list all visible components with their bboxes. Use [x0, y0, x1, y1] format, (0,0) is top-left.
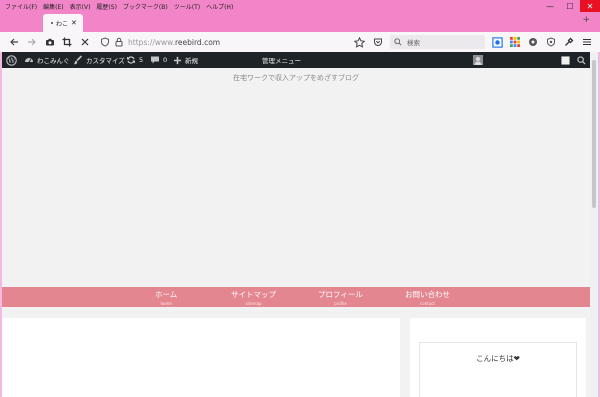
window-titlebar: ファイル(F) 編集(E) 表示(V) 履歴(S) ブックマーク(B) ツール(… — [0, 0, 600, 12]
dashboard-icon — [25, 58, 33, 63]
gnav-sitemap-label: サイトマップ — [231, 290, 276, 299]
greeting-widget: こんにちは❤ — [419, 342, 577, 397]
gnav-sitemap-sub: sitemap — [245, 301, 262, 306]
wordpress-logo-icon[interactable]: W — [6, 52, 17, 68]
menu-view[interactable]: 表示(V) — [70, 2, 91, 11]
admin-updates-count: 5 — [139, 56, 144, 64]
scrollbar-thumb[interactable] — [592, 60, 596, 208]
url-bar[interactable]: https://www.reebird.com — [128, 35, 348, 49]
search-placeholder: 検索 — [407, 39, 420, 47]
tab-title: わこ — [56, 20, 69, 28]
admin-new-label: 新規 — [185, 57, 198, 65]
admin-comments-count: 0 — [163, 56, 168, 64]
main-content — [2, 318, 400, 397]
admin-new-link[interactable]: 新規 — [173, 52, 198, 68]
admin-customize-link[interactable]: カスタマイズ — [73, 52, 125, 68]
gnav-home-sub: home — [160, 301, 172, 306]
gnav-item-home[interactable]: ホーム home — [155, 289, 177, 306]
color-grid-extension-icon[interactable] — [509, 36, 521, 48]
menu-history[interactable]: 履歴(S) — [96, 2, 117, 11]
page-scrollbar[interactable] — [590, 52, 598, 397]
gnav-item-contact[interactable]: お問い合わせ contact — [405, 289, 450, 306]
gnav-item-sitemap[interactable]: サイトマップ sitemap — [231, 289, 276, 306]
tab-bar: わこ ✕ — [0, 12, 600, 32]
pocket-icon[interactable] — [372, 36, 384, 48]
extension-circle-icon[interactable] — [527, 36, 539, 48]
square-icon — [561, 55, 570, 65]
widget-title: こんにちは❤ — [476, 354, 520, 363]
search-icon — [394, 38, 402, 46]
navigation-bar: https://www.reebird.com 検索 — [0, 32, 600, 52]
crop-icon[interactable] — [61, 36, 73, 48]
global-navigation: ホーム home サイトマップ sitemap プロフィール profile お… — [2, 287, 590, 307]
gnav-profile-sub: profile — [334, 301, 347, 306]
close-window-button[interactable]: ✕ — [580, 0, 600, 12]
gnav-home-label: ホーム — [155, 290, 178, 299]
menu-help[interactable]: ヘルプ(H) — [206, 2, 233, 11]
admin-customize-label: カスタマイズ — [86, 57, 125, 65]
bookmark-star-icon[interactable] — [353, 36, 365, 48]
admin-screen-toggle[interactable] — [561, 52, 570, 68]
gnav-item-profile[interactable]: プロフィール profile — [318, 289, 363, 306]
svg-text:W: W — [8, 56, 16, 65]
admin-updates-link[interactable]: 5 — [126, 52, 143, 68]
admin-menu-link[interactable]: 管理メニュー — [262, 52, 301, 68]
window-controls: — ☐ ✕ — [540, 0, 600, 12]
screenshot-extension-icon[interactable] — [491, 36, 503, 48]
menu-tools[interactable]: ツール(T) — [174, 2, 200, 11]
tab-close-icon[interactable]: ✕ — [71, 19, 77, 27]
avatar-icon — [473, 55, 483, 65]
gnav-profile-label: プロフィール — [318, 290, 363, 299]
admin-avatar[interactable] — [473, 52, 483, 68]
admin-site-link[interactable]: わこみんぐ — [24, 52, 70, 68]
lock-icon[interactable] — [113, 36, 125, 48]
gnav-contact-sub: contact — [420, 301, 435, 306]
admin-search-icon — [577, 55, 586, 65]
tab-loading-icon — [51, 22, 53, 24]
forward-arrow-icon[interactable] — [26, 36, 38, 48]
shield-icon[interactable] — [99, 36, 111, 48]
admin-site-name: わこみんぐ — [37, 57, 70, 65]
back-arrow-icon[interactable] — [8, 36, 20, 48]
hamburger-menu-icon[interactable] — [581, 36, 593, 48]
new-tab-button[interactable]: + — [582, 15, 590, 25]
gnav-contact-label: お問い合わせ — [405, 290, 450, 299]
comment-icon — [151, 56, 159, 64]
wp-admin-bar: W わこみんぐ カスタマイズ 5 0 新規 管理メニュー — [2, 52, 590, 68]
page-viewport: W わこみんぐ カスタマイズ 5 0 新規 管理メニュー 在宅ワークで収入アップ… — [2, 52, 590, 397]
brush-icon — [73, 55, 83, 65]
search-box[interactable]: 検索 — [390, 35, 485, 49]
url-scheme: https://www. — [128, 37, 175, 47]
plus-icon — [173, 56, 182, 64]
privacy-shield-icon[interactable] — [545, 36, 557, 48]
url-host: reebird.com — [174, 37, 221, 47]
eyedropper-icon[interactable] — [563, 36, 575, 48]
admin-comments-link[interactable]: 0 — [150, 52, 167, 68]
admin-menu-label: 管理メニュー — [262, 57, 301, 65]
admin-search[interactable] — [577, 52, 586, 68]
menu-file[interactable]: ファイル(F) — [5, 2, 37, 11]
site-tagline: 在宅ワークで収入アップをめざすブログ — [233, 74, 359, 82]
camera-icon[interactable] — [44, 36, 56, 48]
stop-loading-icon[interactable] — [79, 36, 91, 48]
minimize-button[interactable]: — — [540, 0, 560, 12]
menu-bar: ファイル(F) 編集(E) 表示(V) 履歴(S) ブックマーク(B) ツール(… — [0, 1, 233, 11]
updates-icon — [127, 56, 135, 64]
menu-bookmarks[interactable]: ブックマーク(B) — [123, 2, 168, 11]
menu-edit[interactable]: 編集(E) — [43, 2, 63, 11]
maximize-button[interactable]: ☐ — [560, 0, 580, 12]
browser-tab[interactable]: わこ ✕ — [43, 14, 83, 32]
sidebar: こんにちは❤ — [410, 318, 586, 397]
url-text: https://www.reebird.com — [128, 38, 220, 47]
